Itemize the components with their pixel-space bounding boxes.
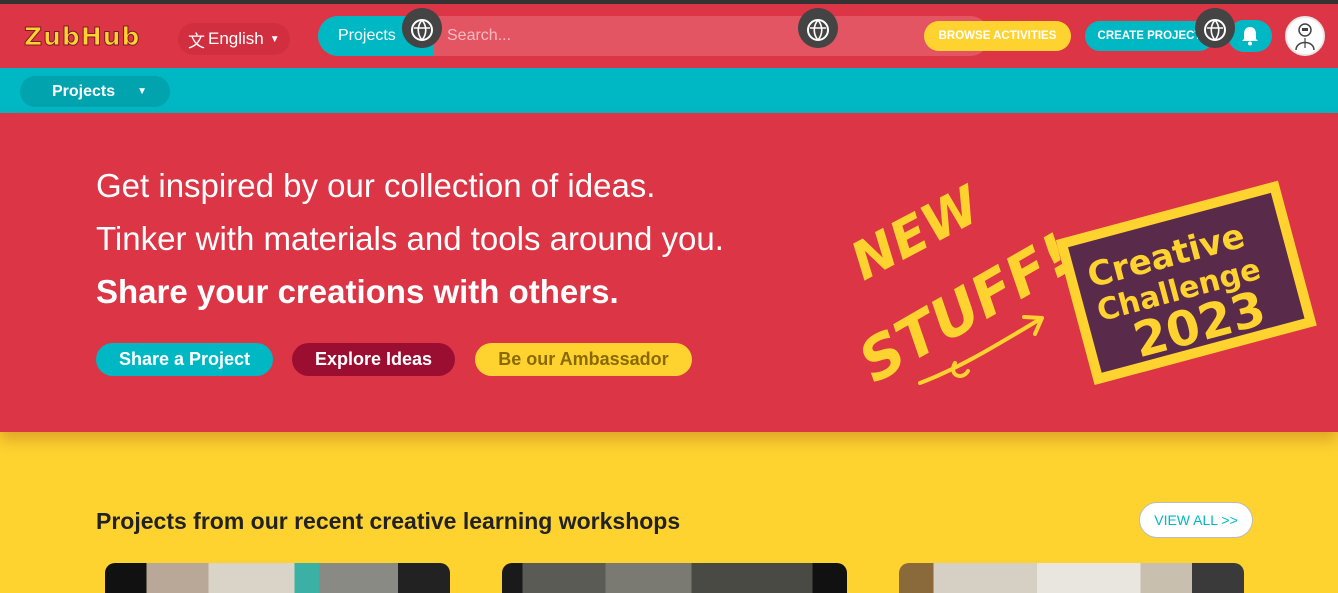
globe-icon [402,8,442,48]
projects-dropdown[interactable]: Projects ▼ [20,76,170,107]
project-card[interactable] [105,563,450,593]
top-navbar: ZubHub 文 English ▼ Projects ▼ BROWSE ACT… [0,4,1338,68]
globe-icon [1195,8,1235,48]
hero-banner: Get inspired by our collection of ideas.… [0,113,1338,432]
hero-line-2: Tinker with materials and tools around y… [96,220,724,257]
secondary-nav: Projects ▼ [0,68,1338,113]
project-card[interactable] [899,563,1244,593]
search-input[interactable] [433,16,990,56]
caret-down-icon: ▼ [137,86,148,97]
browse-activities-button[interactable]: BROWSE ACTIVITIES [924,21,1071,51]
hero-line-1: Get inspired by our collection of ideas. [96,167,656,204]
creative-challenge-promo[interactable]: NEW STUFF! Creative Challenge 2023 [830,113,1338,432]
search-type-label: Projects [338,27,396,44]
caret-down-icon: ▼ [269,33,280,45]
explore-ideas-button[interactable]: Explore Ideas [292,343,455,376]
user-avatar[interactable] [1285,16,1325,56]
globe-icon [798,8,838,48]
projects-dropdown-label: Projects [52,82,116,100]
view-all-button[interactable]: VIEW ALL >> [1139,502,1253,538]
share-project-button[interactable]: Share a Project [96,343,273,376]
hero-line-3: Share your creations with others. [96,273,619,310]
language-label: English [208,29,264,48]
project-card[interactable] [502,563,847,593]
ambassador-button[interactable]: Be our Ambassador [475,343,692,376]
language-selector[interactable]: 文 English ▼ [178,23,290,55]
translate-icon: 文 [188,31,205,51]
section-title: Projects from our recent creative learni… [96,508,681,534]
avatar-icon [1295,23,1315,51]
zubhub-logo[interactable]: ZubHub [23,22,140,52]
bell-icon [1242,27,1258,46]
